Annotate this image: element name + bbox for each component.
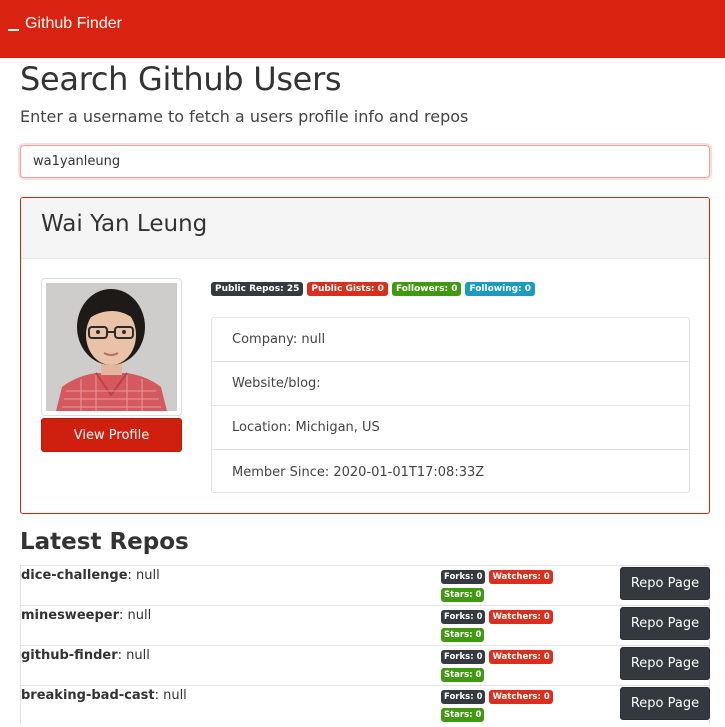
avatar-frame: [41, 278, 182, 416]
location-info: Location: Michigan, US: [212, 406, 689, 450]
forks-badge: Forks: 0: [441, 690, 486, 704]
repo-item: dice-challenge: null Forks: 0 Watchers: …: [20, 565, 710, 605]
repo-name-link[interactable]: minesweeper: [21, 608, 119, 623]
repo-badges: Forks: 0 Watchers: 0 Stars: 0: [441, 570, 561, 606]
profile-badges: Public Repos: 25 Public Gists: 0 Followe…: [211, 282, 536, 296]
repo-description: : null: [117, 648, 150, 663]
navbar: Github Finder: [0, 0, 725, 58]
repo-title: github-finder: null: [21, 648, 150, 663]
followers-badge: Followers: 0: [391, 282, 462, 296]
repo-item: minesweeper: null Forks: 0 Watchers: 0 S…: [20, 605, 710, 645]
search-input[interactable]: [20, 145, 710, 178]
page-title: Search Github Users: [20, 60, 342, 98]
profile-name: Wai Yan Leung: [41, 211, 208, 237]
repo-page-button[interactable]: Repo Page: [620, 687, 710, 720]
brand-link[interactable]: Github Finder: [8, 15, 122, 33]
watchers-badge: Watchers: 0: [489, 650, 553, 664]
watchers-badge: Watchers: 0: [489, 570, 553, 584]
website-info: Website/blog:: [212, 362, 689, 406]
view-profile-button[interactable]: View Profile: [41, 418, 182, 452]
repo-page-button[interactable]: Repo Page: [620, 567, 710, 600]
page-subtitle: Enter a username to fetch a users profil…: [20, 107, 469, 126]
forks-badge: Forks: 0: [441, 650, 486, 664]
watchers-badge: Watchers: 0: [489, 610, 553, 624]
repo-description: : null: [127, 568, 160, 583]
avatar: [46, 283, 177, 411]
repo-name-link[interactable]: dice-challenge: [21, 568, 128, 583]
brand-label: Github Finder: [25, 15, 122, 32]
stars-badge: Stars: 0: [441, 708, 485, 722]
forks-badge: Forks: 0: [441, 610, 486, 624]
repo-page-button[interactable]: Repo Page: [620, 647, 710, 680]
repo-description: : null: [119, 608, 152, 623]
repo-name-link[interactable]: breaking-bad-cast: [21, 688, 155, 703]
repo-badges: Forks: 0 Watchers: 0 Stars: 0: [441, 690, 561, 726]
repo-item: github-finder: null Forks: 0 Watchers: 0…: [20, 645, 710, 685]
repos-title: Latest Repos: [20, 529, 189, 555]
repo-name-link[interactable]: github-finder: [21, 648, 118, 663]
profile-card: Wai Yan Leung View Profile Public Repos:…: [20, 197, 710, 514]
stars-badge: Stars: 0: [441, 628, 485, 642]
member-since-info: Member Since: 2020-01-01T17:08:33Z: [232, 464, 485, 480]
profile-info-list: Company: null Website/blog: Location: Mi…: [211, 317, 690, 493]
repo-badges: Forks: 0 Watchers: 0 Stars: 0: [441, 650, 561, 686]
repo-list: dice-challenge: null Forks: 0 Watchers: …: [20, 565, 710, 725]
stars-badge: Stars: 0: [441, 588, 485, 602]
repo-description: : null: [154, 688, 187, 703]
stars-badge: Stars: 0: [441, 668, 485, 682]
forks-badge: Forks: 0: [441, 570, 486, 584]
repo-badges: Forks: 0 Watchers: 0 Stars: 0: [441, 610, 561, 646]
following-badge: Following: 0: [465, 282, 536, 296]
repo-page-button[interactable]: Repo Page: [620, 607, 710, 640]
watchers-badge: Watchers: 0: [489, 690, 553, 704]
public-gists-badge: Public Gists: 0: [307, 282, 388, 296]
menu-bar-icon: [8, 29, 19, 31]
company-info: Company: null: [212, 318, 689, 362]
repo-item: breaking-bad-cast: null Forks: 0 Watcher…: [20, 685, 710, 725]
repo-title: breaking-bad-cast: null: [21, 688, 187, 703]
profile-header: Wai Yan Leung: [21, 198, 709, 259]
public-repos-badge: Public Repos: 25: [211, 282, 304, 296]
repo-title: minesweeper: null: [21, 608, 151, 623]
repo-title: dice-challenge: null: [21, 568, 160, 583]
